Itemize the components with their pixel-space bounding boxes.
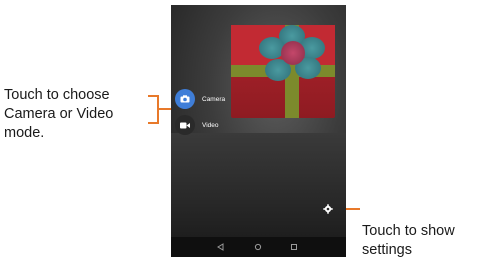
- video-mode-label[interactable]: Video: [202, 122, 219, 129]
- video-mode-option[interactable]: Video: [175, 115, 219, 135]
- phone-screen: Camera Video: [171, 5, 346, 257]
- camera-mode-label[interactable]: Camera: [202, 96, 225, 103]
- mode-callout: Touch to choose Camera or Video mode.: [4, 86, 113, 143]
- mode-callout-leader-bottom: [148, 122, 158, 124]
- settings-callout: Touch to show settings: [362, 222, 455, 260]
- camera-mode-button[interactable]: [175, 89, 195, 109]
- gift-flower: [259, 25, 325, 83]
- settings-callout-line-1: Touch to show: [362, 223, 455, 239]
- video-mode-button[interactable]: [175, 115, 195, 135]
- flower-center: [281, 41, 305, 65]
- settings-callout-line-2: settings: [362, 242, 412, 258]
- mode-callout-line-2: Camera or Video: [4, 106, 114, 122]
- camera-mode-option[interactable]: Camera: [175, 89, 225, 109]
- back-icon[interactable]: [215, 241, 227, 253]
- gift-box-subject: [231, 25, 335, 118]
- home-icon[interactable]: [252, 241, 264, 253]
- system-navigation-bar: [171, 237, 346, 257]
- viewfinder-floor: [171, 133, 346, 237]
- mode-callout-line-3: mode.: [4, 125, 45, 141]
- camera-viewfinder[interactable]: Camera Video: [171, 5, 346, 237]
- gear-icon: [323, 204, 333, 214]
- settings-button[interactable]: [323, 201, 333, 214]
- video-icon: [180, 122, 190, 128]
- camera-icon: [180, 95, 190, 103]
- mode-callout-line-1: Touch to choose: [4, 87, 110, 103]
- recents-icon[interactable]: [288, 241, 300, 253]
